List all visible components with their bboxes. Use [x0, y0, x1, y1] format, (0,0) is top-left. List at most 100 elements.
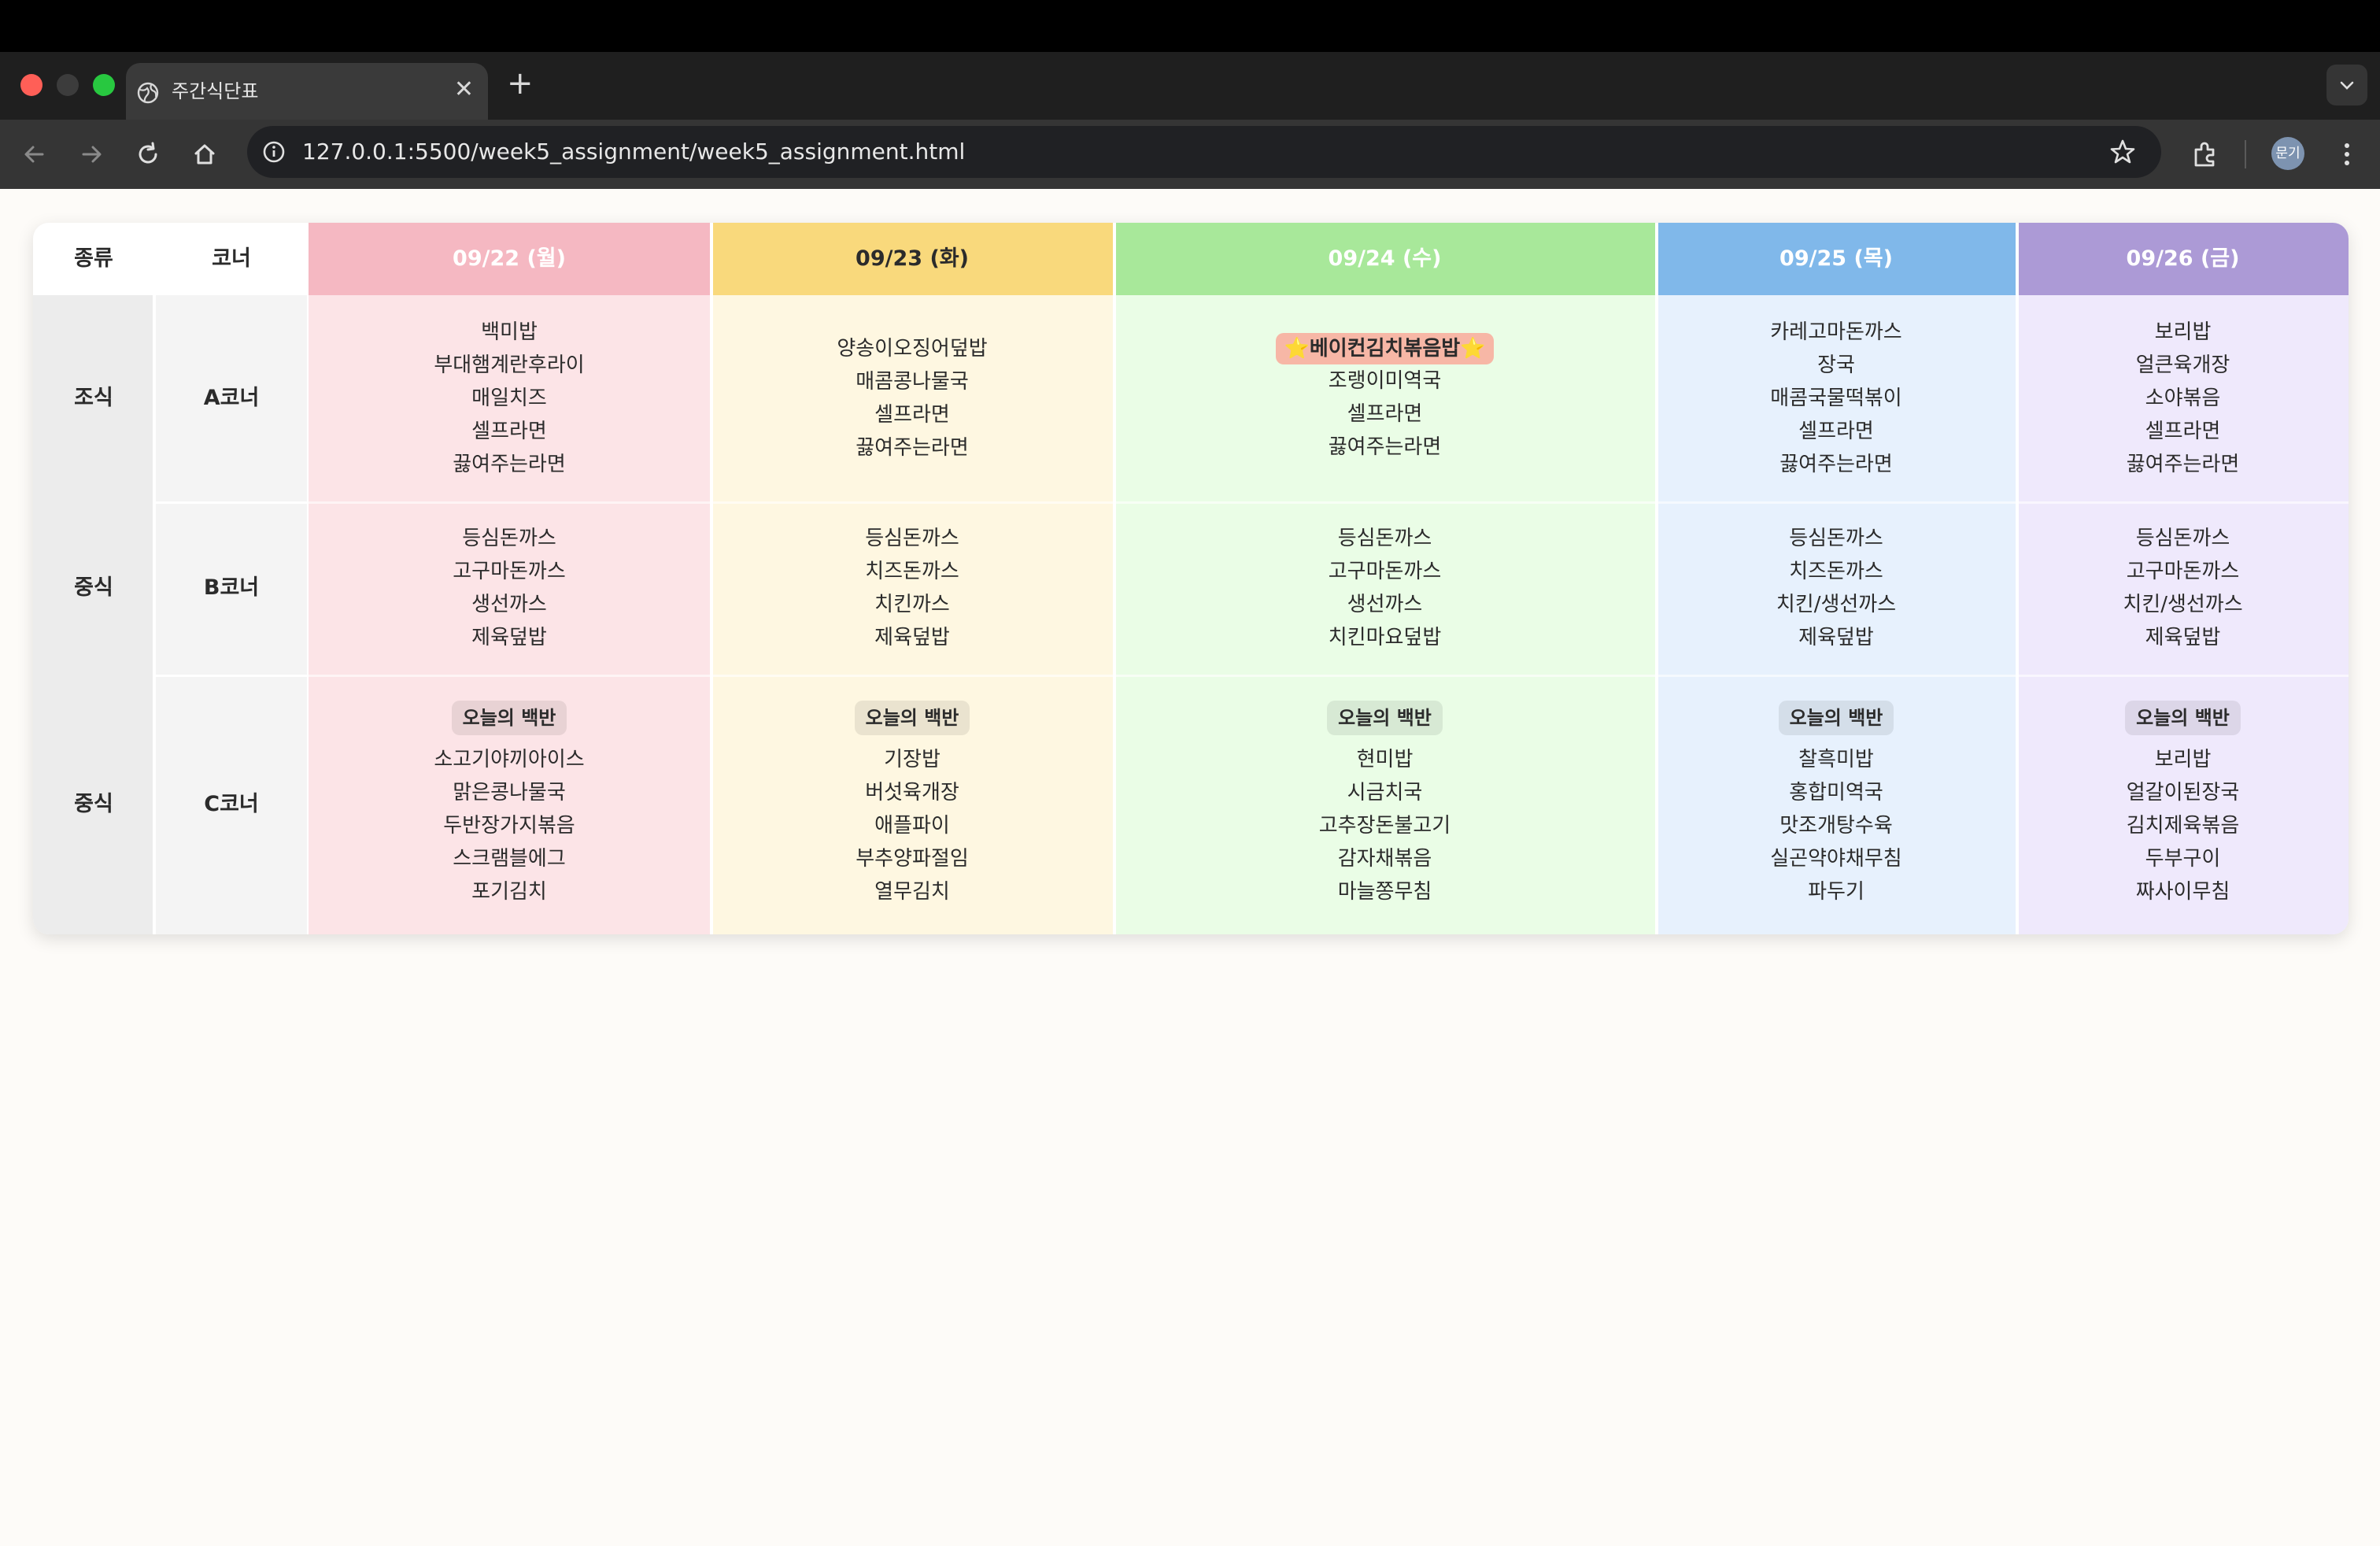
row-divider	[711, 675, 1113, 677]
day-header: 09/24 (수)	[1114, 223, 1655, 295]
menu-cell: 오늘의 백반 보리밥 얼갈이된장국 김치제육볶음 두부구이 짜사이무침	[2017, 675, 2349, 934]
profile-avatar[interactable]: 문기	[2271, 137, 2304, 170]
menu-item: 치즈돈까스	[1789, 560, 1883, 583]
menu-item: 매콤국물떡볶이	[1770, 386, 1902, 410]
menu-cell: 등심돈까스 고구마돈까스 치킨/생선까스 제육덮밥	[2017, 501, 2349, 675]
menu-item: 셀프라면	[874, 403, 950, 427]
row-divider	[1114, 675, 1655, 677]
menu-cell: 오늘의 백반 찰흑미밥 홍합미역국 맛조개탕수육 실곤약야채무침 파두기	[1657, 675, 2016, 934]
row-divider	[1114, 501, 1655, 504]
system-top-bar	[0, 0, 2380, 52]
corner-label: A코너	[203, 386, 260, 410]
menu-item: 열무김치	[874, 880, 950, 904]
menu-item: 얼큰육개장	[2135, 353, 2230, 377]
row-divider	[711, 501, 1113, 504]
row-divider	[2017, 501, 2349, 504]
menu-item: 제육덮밥	[1798, 626, 1874, 649]
menu-cell: 오늘의 백반 현미밥 시금치국 고추장돈불고기 감자채볶음 마늘쫑무침	[1114, 675, 1655, 934]
menu-item: 등심돈까스	[1789, 527, 1883, 550]
menu-item: 기장밥	[884, 748, 941, 771]
menu-item: 치킨마요덮밥	[1328, 626, 1442, 649]
more-menu-icon[interactable]	[2331, 139, 2363, 170]
menu-item: 끓여주는라면	[856, 436, 969, 460]
reload-icon[interactable]	[132, 139, 164, 170]
menu-item: 마늘쫑무침	[1337, 880, 1432, 904]
menu-item: 치킨/생선까스	[2123, 593, 2243, 616]
new-tab-button[interactable]: +	[507, 65, 534, 102]
menu-cell: 백미밥 부대햄계란후라이 매일치즈 셀프라면 끓여주는라면	[309, 295, 710, 501]
menu-item: 치즈돈까스	[865, 560, 959, 583]
menu-item: 셀프라면	[1798, 420, 1874, 443]
minimize-window-button[interactable]	[57, 74, 79, 96]
menu-item: 셀프라면	[471, 420, 547, 443]
menu-item: 끓여주는라면	[1779, 453, 1893, 476]
set-menu-badge: 오늘의 백반	[451, 701, 567, 735]
menu-item: 등심돈까스	[462, 527, 556, 550]
menu-item: 끓여주는라면	[453, 453, 566, 476]
day-column: 09/23 (화) 양송이오징어덮밥 매콤콩나물국 셀프라면 끓여주는라면 등심돈까스 치즈…	[711, 223, 1113, 934]
menu-item: 고구마돈까스	[453, 560, 566, 583]
browser-tab[interactable]: 주간식단표 ✕	[126, 63, 488, 120]
menu-item: 실곤약야채무침	[1770, 847, 1902, 871]
menu-item: 현미밥	[1356, 748, 1414, 771]
meal-type-label: 중식	[74, 575, 113, 600]
set-menu-badge: 오늘의 백반	[1327, 701, 1443, 735]
menu-item: 치킨/생선까스	[1776, 593, 1897, 616]
column-divider	[1655, 223, 1658, 934]
column-divider	[2016, 223, 2019, 934]
close-window-button[interactable]	[20, 74, 42, 96]
special-menu-text: 베이컨김치볶음밥	[1309, 337, 1461, 361]
meal-type-label: 조식	[74, 386, 113, 410]
menu-item: 두부구이	[2145, 847, 2221, 871]
menu-item: 조랭이미역국	[1328, 369, 1442, 393]
menu-cell: 보리밥 얼큰육개장 소야볶음 셀프라면 끓여주는라면	[2017, 295, 2349, 501]
menu-item: 얼갈이된장국	[2126, 781, 2240, 804]
home-icon[interactable]	[189, 139, 220, 170]
menu-cell: 오늘의 백반 기장밥 버섯육개장 애플파이 부추양파절임 열무김치	[711, 675, 1113, 934]
menu-item: 보리밥	[2154, 748, 2212, 771]
tab-search-button[interactable]	[2326, 65, 2367, 105]
menu-item: 소야볶음	[2145, 386, 2221, 410]
day-column: 09/24 (수) ⭐베이컨김치볶음밥⭐ 조랭이미역국 셀프라면 끓여주는라면 등심돈까스…	[1114, 223, 1655, 934]
extensions-icon[interactable]	[2190, 139, 2221, 170]
menu-item: 등심돈까스	[2135, 527, 2230, 550]
menu-item: 끓여주는라면	[2126, 453, 2240, 476]
menu-item: 매콤콩나물국	[856, 370, 969, 394]
menu-item: 두반장가지볶음	[443, 814, 575, 838]
row-divider	[1657, 501, 2016, 504]
special-menu-item: ⭐베이컨김치볶음밥⭐	[1276, 333, 1494, 364]
day-column: 09/22 (월) 백미밥 부대햄계란후라이 매일치즈 셀프라면 끓여주는라면 등심돈까스 고…	[309, 223, 710, 934]
menu-item: 부추양파절임	[856, 847, 969, 871]
menu-cell: 등심돈까스 고구마돈까스 생선까스 제육덮밥	[309, 501, 710, 675]
menu-item: 양송이오징어덮밥	[837, 337, 988, 361]
day-header: 09/26 (금)	[2017, 223, 2349, 295]
maximize-window-button[interactable]	[93, 74, 115, 96]
globe-icon	[137, 82, 159, 104]
menu-item: 맑은콩나물국	[453, 781, 566, 804]
menu-item: 스크램블에그	[453, 847, 566, 871]
forward-icon[interactable]	[76, 139, 107, 170]
bookmark-star-icon[interactable]	[2108, 137, 2138, 167]
site-info-icon[interactable]	[261, 139, 286, 165]
weekly-menu-table: 종류 조식 중식 중식 코너 A코너 B코너 C코너 09/22 (월) 백미밥 부…	[33, 223, 2349, 934]
column-divider	[710, 223, 713, 934]
menu-item: 맛조개탕수육	[1779, 814, 1893, 838]
back-icon[interactable]	[19, 139, 50, 170]
tab-title: 주간식단표	[172, 80, 259, 102]
menu-item: 백미밥	[481, 320, 538, 344]
address-bar[interactable]: 127.0.0.1:5500/week5_assignment/week5_as…	[247, 126, 2161, 178]
menu-item: 고추장돈불고기	[1318, 814, 1451, 838]
menu-item: 포기김치	[471, 880, 547, 904]
close-icon[interactable]: ✕	[454, 76, 474, 104]
menu-item: 파두기	[1808, 880, 1864, 904]
type-header: 종류	[33, 223, 154, 295]
day-header: 09/25 (목)	[1657, 223, 2016, 295]
menu-item: 제육덮밥	[471, 626, 547, 649]
day-header: 09/23 (화)	[711, 223, 1113, 295]
menu-cell: 등심돈까스치즈돈까스치킨/생선까스제육덮밥	[1657, 501, 2016, 675]
menu-cell: 카레고마돈까스 장국 매콤국물떡볶이 셀프라면 끓여주는라면	[1657, 295, 2016, 501]
row-divider	[309, 675, 710, 677]
menu-item: 생선까스	[1347, 593, 1423, 616]
day-column: 09/26 (금) 보리밥 얼큰육개장 소야볶음 셀프라면 끓여주는라면 등심돈까스 고구마돈…	[2017, 223, 2349, 934]
menu-item: 고구마돈까스	[2126, 560, 2240, 583]
